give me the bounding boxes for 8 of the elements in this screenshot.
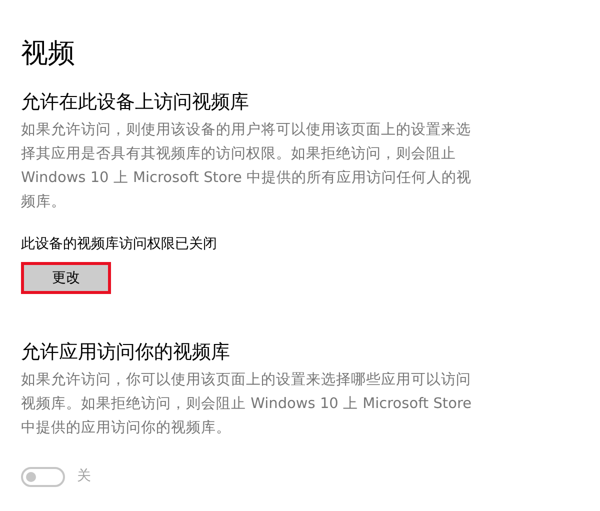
toggle-label: 关 [77,467,91,486]
section-description: 如果允许访问，你可以使用该页面上的设置来选择哪些应用可以访问视频库。如果拒绝访问，则会阻止 Windows 10 上 Microsoft Store 中提供的应用访问你的视频库。 [21,370,473,438]
status-text: 此设备的视频库访问权限已关闭 [21,235,218,254]
section-description: 如果允许访问，则使用该设备的用户将可以使用该页面上的设置来选择其应用是否具有其视频库的访问权限。如果拒绝访问，则会阻止 Windows 10 上 Microsoft Store 中提供的所有应用访问任何人的视频库。 [21,120,473,212]
change-button[interactable]: 更改 [21,262,111,294]
section-heading: 允许应用访问你的视频库 [21,340,231,365]
section-heading: 允许在此设备上访问视频库 [21,90,250,115]
page-title: 视频 [21,37,76,71]
